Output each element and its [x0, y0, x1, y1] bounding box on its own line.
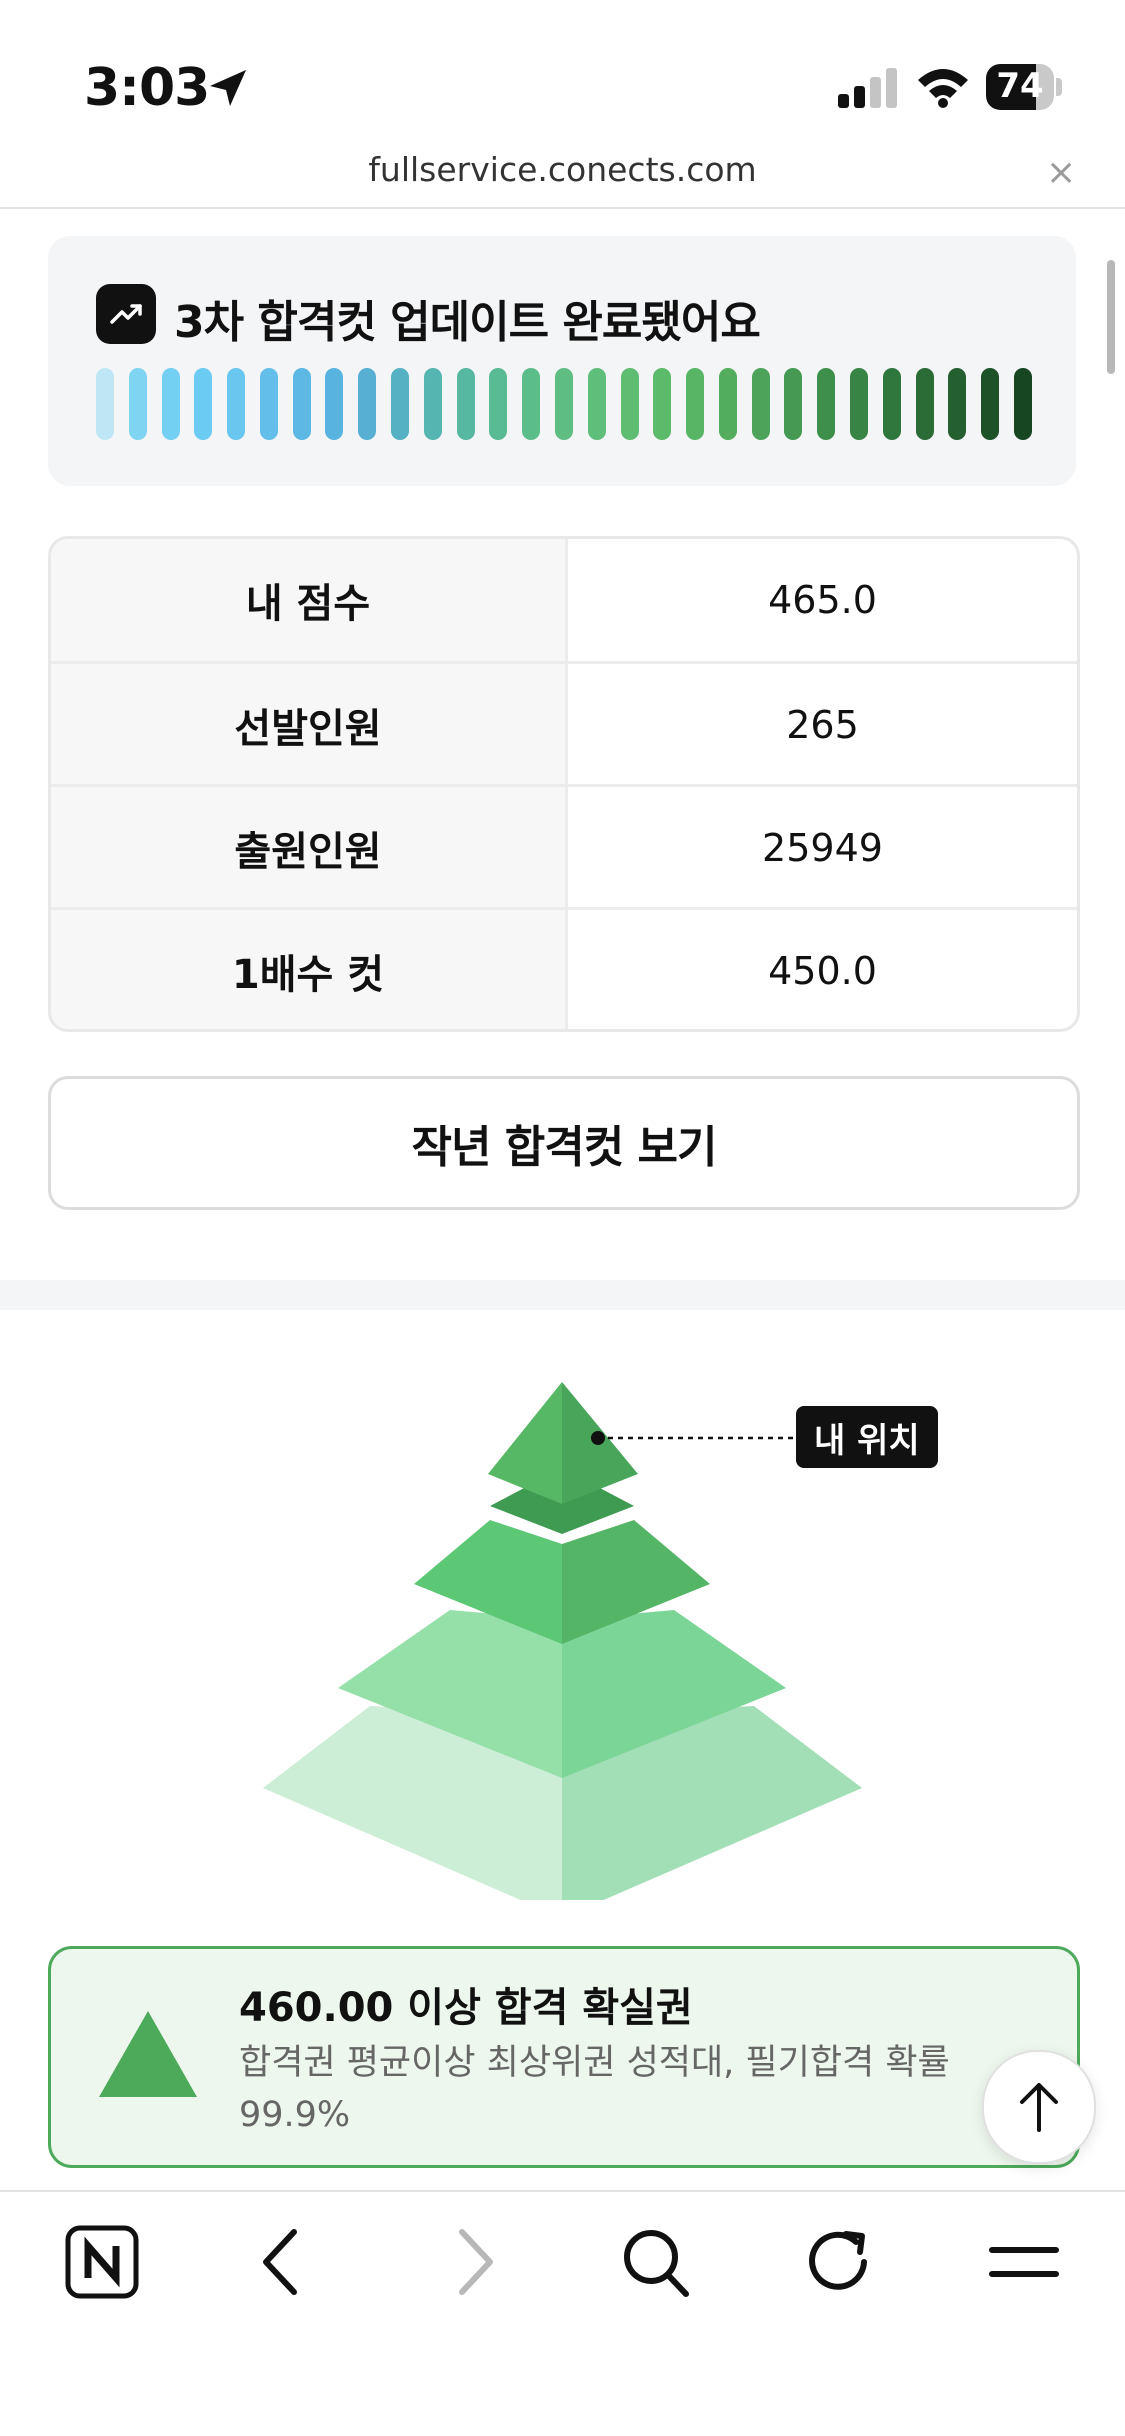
pyramid-illustration: [263, 1382, 862, 1900]
search-icon[interactable]: [616, 2222, 696, 2302]
progress-bar-segment: [128, 368, 147, 440]
row-label-cutoff: 1배수 컷: [51, 910, 568, 1029]
status-time: 3:03: [84, 58, 210, 118]
my-position-label: 내 위치: [796, 1406, 938, 1468]
progress-bar-segment: [817, 368, 836, 440]
progress-bar-segment: [784, 368, 803, 440]
progress-bar-segment: [981, 368, 1000, 440]
result-card: 460.00 이상 합격 확실권 합격권 평균이상 최상위권 성적대, 필기합격…: [48, 1946, 1080, 2168]
result-title: 460.00 이상 합격 확실권: [239, 1985, 693, 2031]
progress-bar-segment: [227, 368, 246, 440]
progress-bar-segment: [718, 368, 737, 440]
progress-bar-segment: [554, 368, 573, 440]
table-row: 1배수 컷 450.0: [51, 907, 1077, 1029]
progress-gradient-bars: [96, 368, 1032, 440]
progress-bar-segment: [423, 368, 442, 440]
arrow-up-icon: [1020, 2083, 1058, 2132]
row-value-applicant-count: 25949: [762, 826, 883, 870]
progress-bar-segment: [751, 368, 770, 440]
url-divider: [0, 207, 1125, 209]
scroll-to-top-button[interactable]: [982, 2050, 1096, 2164]
prev-year-cutoff-button[interactable]: 작년 합격컷 보기: [48, 1076, 1080, 1210]
battery-percent: 74: [996, 66, 1044, 106]
progress-bar-segment: [849, 368, 868, 440]
progress-bar-segment: [456, 368, 475, 440]
progress-bar-segment: [96, 368, 114, 440]
progress-bar-segment: [915, 368, 934, 440]
row-value-my-score: 465.0: [768, 578, 877, 622]
progress-bar-segment: [358, 368, 377, 440]
progress-bar-segment: [587, 368, 606, 440]
table-row: 내 점수 465.0: [51, 539, 1077, 661]
naver-home-icon[interactable]: [62, 2222, 142, 2302]
table-row: 선발인원 265: [51, 661, 1077, 786]
progress-bar-segment: [882, 368, 901, 440]
progress-bar-segment: [259, 368, 278, 440]
reload-icon[interactable]: [800, 2222, 880, 2302]
update-title: 3차 합격컷 업데이트 완료됐어요: [174, 297, 761, 348]
table-row: 출원인원 25949: [51, 784, 1077, 909]
progress-bar-segment: [325, 368, 344, 440]
result-description: 합격권 평균이상 최상위권 성적대, 필기합격 확률 99.9%: [239, 2043, 950, 2135]
row-label-applicant-count: 출원인원: [51, 787, 568, 909]
trending-up-icon: [96, 284, 156, 344]
forward-icon[interactable]: [432, 2222, 512, 2302]
progress-bar-segment: [489, 368, 508, 440]
progress-bar-segment: [620, 368, 639, 440]
section-divider: [0, 1280, 1125, 1310]
url-text[interactable]: fullservice.conects.com: [0, 150, 1125, 189]
row-label-selection-count: 선발인원: [51, 664, 568, 786]
wifi-icon: [918, 69, 968, 108]
location-arrow-icon: [210, 70, 246, 106]
menu-icon[interactable]: [984, 2222, 1064, 2302]
toolbar-divider: [0, 2190, 1125, 2192]
progress-bar-segment: [1013, 368, 1032, 440]
update-card: 3차 합격컷 업데이트 완료됐어요: [48, 236, 1076, 486]
progress-bar-segment: [194, 368, 213, 440]
row-value-selection-count: 265: [786, 703, 859, 747]
progress-bar-segment: [948, 368, 967, 440]
scrollbar[interactable]: [1107, 260, 1115, 374]
score-table: 내 점수 465.0 선발인원 265 출원인원 25949 1배수 컷 450…: [48, 536, 1080, 1032]
progress-bar-segment: [522, 368, 541, 440]
row-label-my-score: 내 점수: [51, 539, 568, 661]
progress-bar-segment: [292, 368, 311, 440]
progress-bar-segment: [653, 368, 672, 440]
row-value-cutoff: 450.0: [768, 949, 877, 993]
triangle-icon: [99, 2011, 197, 2097]
close-icon[interactable]: ×: [1046, 152, 1076, 193]
progress-bar-segment: [391, 368, 410, 440]
battery-indicator: 74: [986, 64, 1062, 110]
back-icon[interactable]: [244, 2222, 324, 2302]
cellular-signal-icon: [838, 68, 897, 108]
pyramid-tier-top: [488, 1382, 562, 1504]
progress-bar-segment: [161, 368, 180, 440]
progress-bar-segment: [686, 368, 705, 440]
